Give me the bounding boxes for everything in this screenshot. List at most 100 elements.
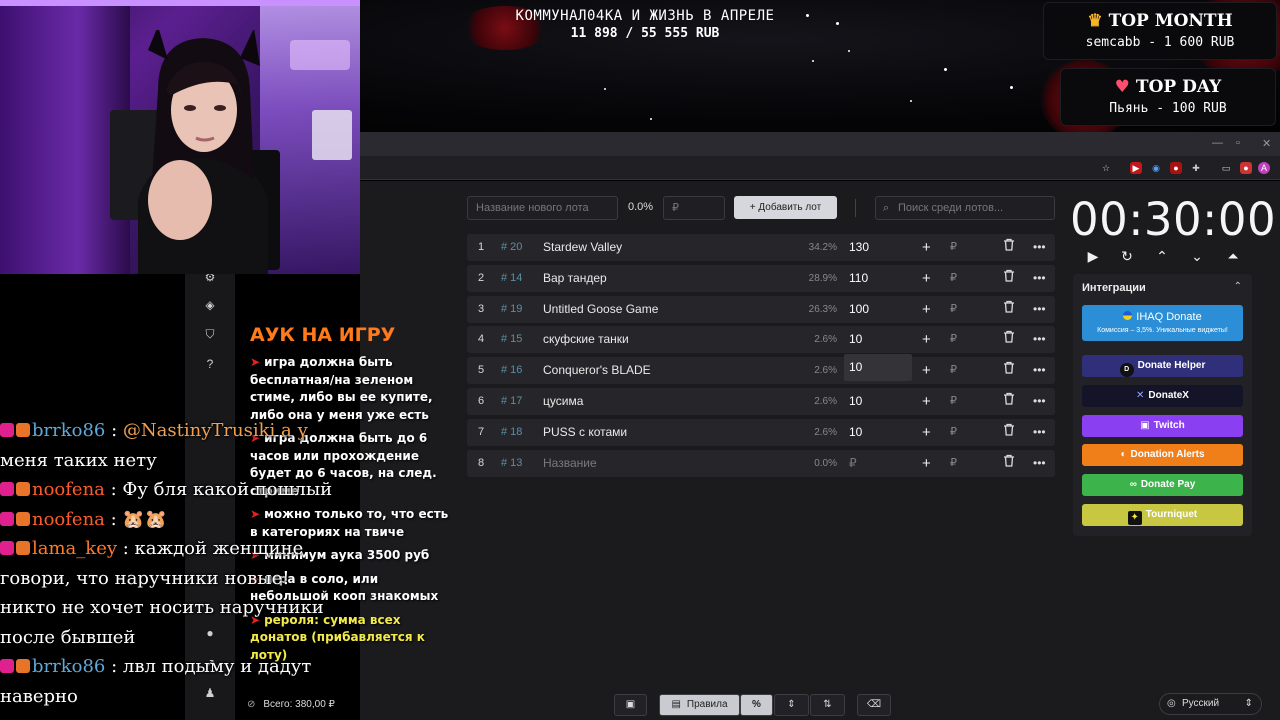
youtube-extension-icon[interactable]: ▶ — [1130, 162, 1142, 174]
ruble-input[interactable]: ₽ — [950, 388, 957, 415]
donatex-label: DonateX — [1148, 390, 1189, 401]
lot-row[interactable]: 4 # 15 скуфские танки 2.6% 10 + ₽ ••• — [467, 326, 1055, 354]
minimize-icon[interactable]: — — [1212, 137, 1223, 149]
shield-icon[interactable]: ⛉ — [203, 327, 217, 341]
plus-icon[interactable]: + — [922, 296, 931, 323]
lot-row[interactable]: 1 # 20 Stardew Valley 34.2% 130 + ₽ ••• — [467, 234, 1055, 261]
lot-name[interactable]: PUSS с котами — [543, 419, 627, 446]
split-button[interactable]: ⇕ — [774, 694, 809, 716]
lot-name[interactable]: Untitled Goose Game — [543, 296, 658, 323]
ruble-input[interactable]: ₽ — [950, 265, 957, 292]
increase-time-icon[interactable]: ⌃ — [1153, 247, 1171, 265]
top-month-title: TOP MONTH — [1108, 11, 1233, 31]
lot-row[interactable]: 5 # 16 Conqueror's BLADE 2.6% 10 + ₽ ••• — [467, 354, 1055, 385]
lot-amount[interactable]: 10 — [849, 388, 862, 415]
lot-name[interactable]: Conqueror's BLADE — [543, 357, 651, 384]
ruble-input[interactable]: ₽ — [950, 419, 957, 446]
close-window-icon[interactable]: ✕ — [1262, 137, 1271, 150]
chevron-up-icon[interactable]: ⌃ — [1234, 281, 1242, 292]
extension-red-dot-icon[interactable]: ● — [1240, 162, 1252, 174]
lot-row[interactable]: 8 # 13 Название 0.0% ₽ + ₽ ••• — [467, 449, 1055, 477]
clear-button[interactable]: ⌫ — [857, 694, 891, 716]
play-icon[interactable]: ▶ — [1084, 247, 1102, 265]
trash-icon[interactable] — [1003, 357, 1015, 384]
lot-search-input[interactable]: ⌕ Поиск среди лотов... — [875, 196, 1055, 220]
maximize-icon[interactable]: ▫ — [1236, 137, 1240, 149]
donate-helper-button[interactable]: D Donate Helper — [1082, 355, 1243, 377]
lot-amount[interactable]: 10 — [849, 326, 862, 353]
profile-avatar-icon[interactable]: A — [1258, 162, 1270, 174]
sort-button[interactable]: ⇅ — [810, 694, 845, 716]
lot-amount[interactable]: 10 — [844, 354, 912, 382]
lot-row[interactable]: 2 # 14 Вар тандер 28.9% 110 + ₽ ••• — [467, 264, 1055, 292]
trash-icon[interactable] — [1003, 450, 1015, 477]
plus-icon[interactable]: + — [922, 326, 931, 353]
more-icon[interactable]: ••• — [1033, 388, 1046, 415]
save-button[interactable]: ▣ — [614, 694, 647, 716]
extensions-puzzle-icon[interactable]: ✚ — [1190, 162, 1202, 174]
lot-name[interactable]: скуфские танки — [543, 326, 629, 353]
heart-icon: ♥ — [1114, 77, 1130, 97]
new-lot-amount-input[interactable]: ₽ — [663, 196, 725, 220]
plus-icon[interactable]: + — [922, 450, 931, 477]
plus-icon[interactable]: + — [922, 419, 931, 446]
ruble-input[interactable]: ₽ — [950, 326, 957, 353]
lot-name[interactable]: Stardew Valley — [543, 234, 622, 261]
new-lot-name-input[interactable]: Название нового лота — [467, 196, 618, 220]
plus-icon[interactable]: + — [922, 388, 931, 415]
lot-row[interactable]: 7 # 18 PUSS с котами 2.6% 10 + ₽ ••• — [467, 418, 1055, 446]
lot-name[interactable]: цусима — [543, 388, 583, 415]
ihaq-donate-button[interactable]: IHAQ Donate Комиссия – 3,5%. Уникальные … — [1082, 305, 1243, 341]
twitch-button[interactable]: ▣ Twitch — [1082, 415, 1243, 437]
donation-alerts-button[interactable]: ◐ Donation Alerts — [1082, 444, 1243, 466]
trash-icon[interactable] — [1003, 419, 1015, 446]
audio-extension-icon[interactable]: ◉ — [1150, 162, 1162, 174]
chat-nickname: brrko86 — [32, 420, 106, 441]
donate-pay-button[interactable]: ∞ Donate Pay — [1082, 474, 1243, 496]
ruble-input[interactable]: ₽ — [950, 357, 957, 384]
more-icon[interactable]: ••• — [1033, 296, 1046, 323]
twitch-label: Twitch — [1153, 420, 1185, 431]
trash-icon[interactable] — [1003, 388, 1015, 415]
lot-name[interactable]: Вар тандер — [543, 265, 607, 292]
trash-icon[interactable] — [1003, 234, 1015, 261]
more-icon[interactable]: ••• — [1033, 265, 1046, 292]
chat-text: @NastinyTrusiki а у — [122, 420, 309, 441]
more-icon[interactable]: ••• — [1033, 234, 1046, 261]
red-extension-icon[interactable]: ● — [1170, 162, 1182, 174]
lot-row[interactable]: 3 # 19 Untitled Goose Game 26.3% 100 + ₽ ••• — [467, 295, 1055, 323]
more-icon[interactable]: ••• — [1033, 357, 1046, 384]
tourniquet-button[interactable]: ✦ Tourniquet — [1082, 504, 1243, 526]
ruble-input[interactable]: ₽ — [950, 234, 957, 261]
lot-amount[interactable]: ₽ — [849, 450, 857, 477]
trash-icon[interactable] — [1003, 296, 1015, 323]
rules-button[interactable]: ▤ Правила — [659, 694, 740, 716]
plus-icon[interactable]: + — [922, 265, 931, 292]
trash-icon[interactable] — [1003, 326, 1015, 353]
reset-icon[interactable]: ↻ — [1118, 247, 1136, 265]
lot-row[interactable]: 6 # 17 цусима 2.6% 10 + ₽ ••• — [467, 388, 1055, 415]
cast-icon[interactable]: ▭ — [1220, 162, 1232, 174]
lot-amount[interactable]: 130 — [849, 234, 869, 261]
more-icon[interactable]: ••• — [1033, 419, 1046, 446]
lot-amount[interactable]: 110 — [849, 265, 868, 292]
decrease-time-icon[interactable]: ⌄ — [1188, 247, 1206, 265]
ruble-input[interactable]: ₽ — [950, 450, 957, 477]
plus-icon[interactable]: + — [922, 357, 931, 384]
more-icon[interactable]: ••• — [1033, 326, 1046, 353]
lot-amount[interactable]: 100 — [849, 296, 869, 323]
lot-amount[interactable]: 10 — [849, 419, 862, 446]
layers-icon[interactable]: ◈ — [203, 298, 217, 312]
bookmark-star-icon[interactable]: ☆ — [1100, 162, 1112, 174]
plus-icon[interactable]: + — [922, 234, 931, 261]
percent-toggle[interactable]: % — [740, 694, 773, 716]
trash-icon[interactable] — [1003, 265, 1015, 292]
add-lot-button[interactable]: + Добавить лот — [734, 196, 837, 219]
ruble-input[interactable]: ₽ — [950, 296, 957, 323]
more-icon[interactable]: ••• — [1033, 450, 1046, 477]
help-icon[interactable]: ? — [203, 357, 217, 371]
donatex-button[interactable]: ✕ DonateX — [1082, 385, 1243, 407]
double-increase-icon[interactable]: ⏶ — [1224, 247, 1242, 265]
language-select[interactable]: ◎ Русский ⇕ — [1159, 693, 1262, 715]
lot-name[interactable]: Название — [543, 450, 597, 477]
